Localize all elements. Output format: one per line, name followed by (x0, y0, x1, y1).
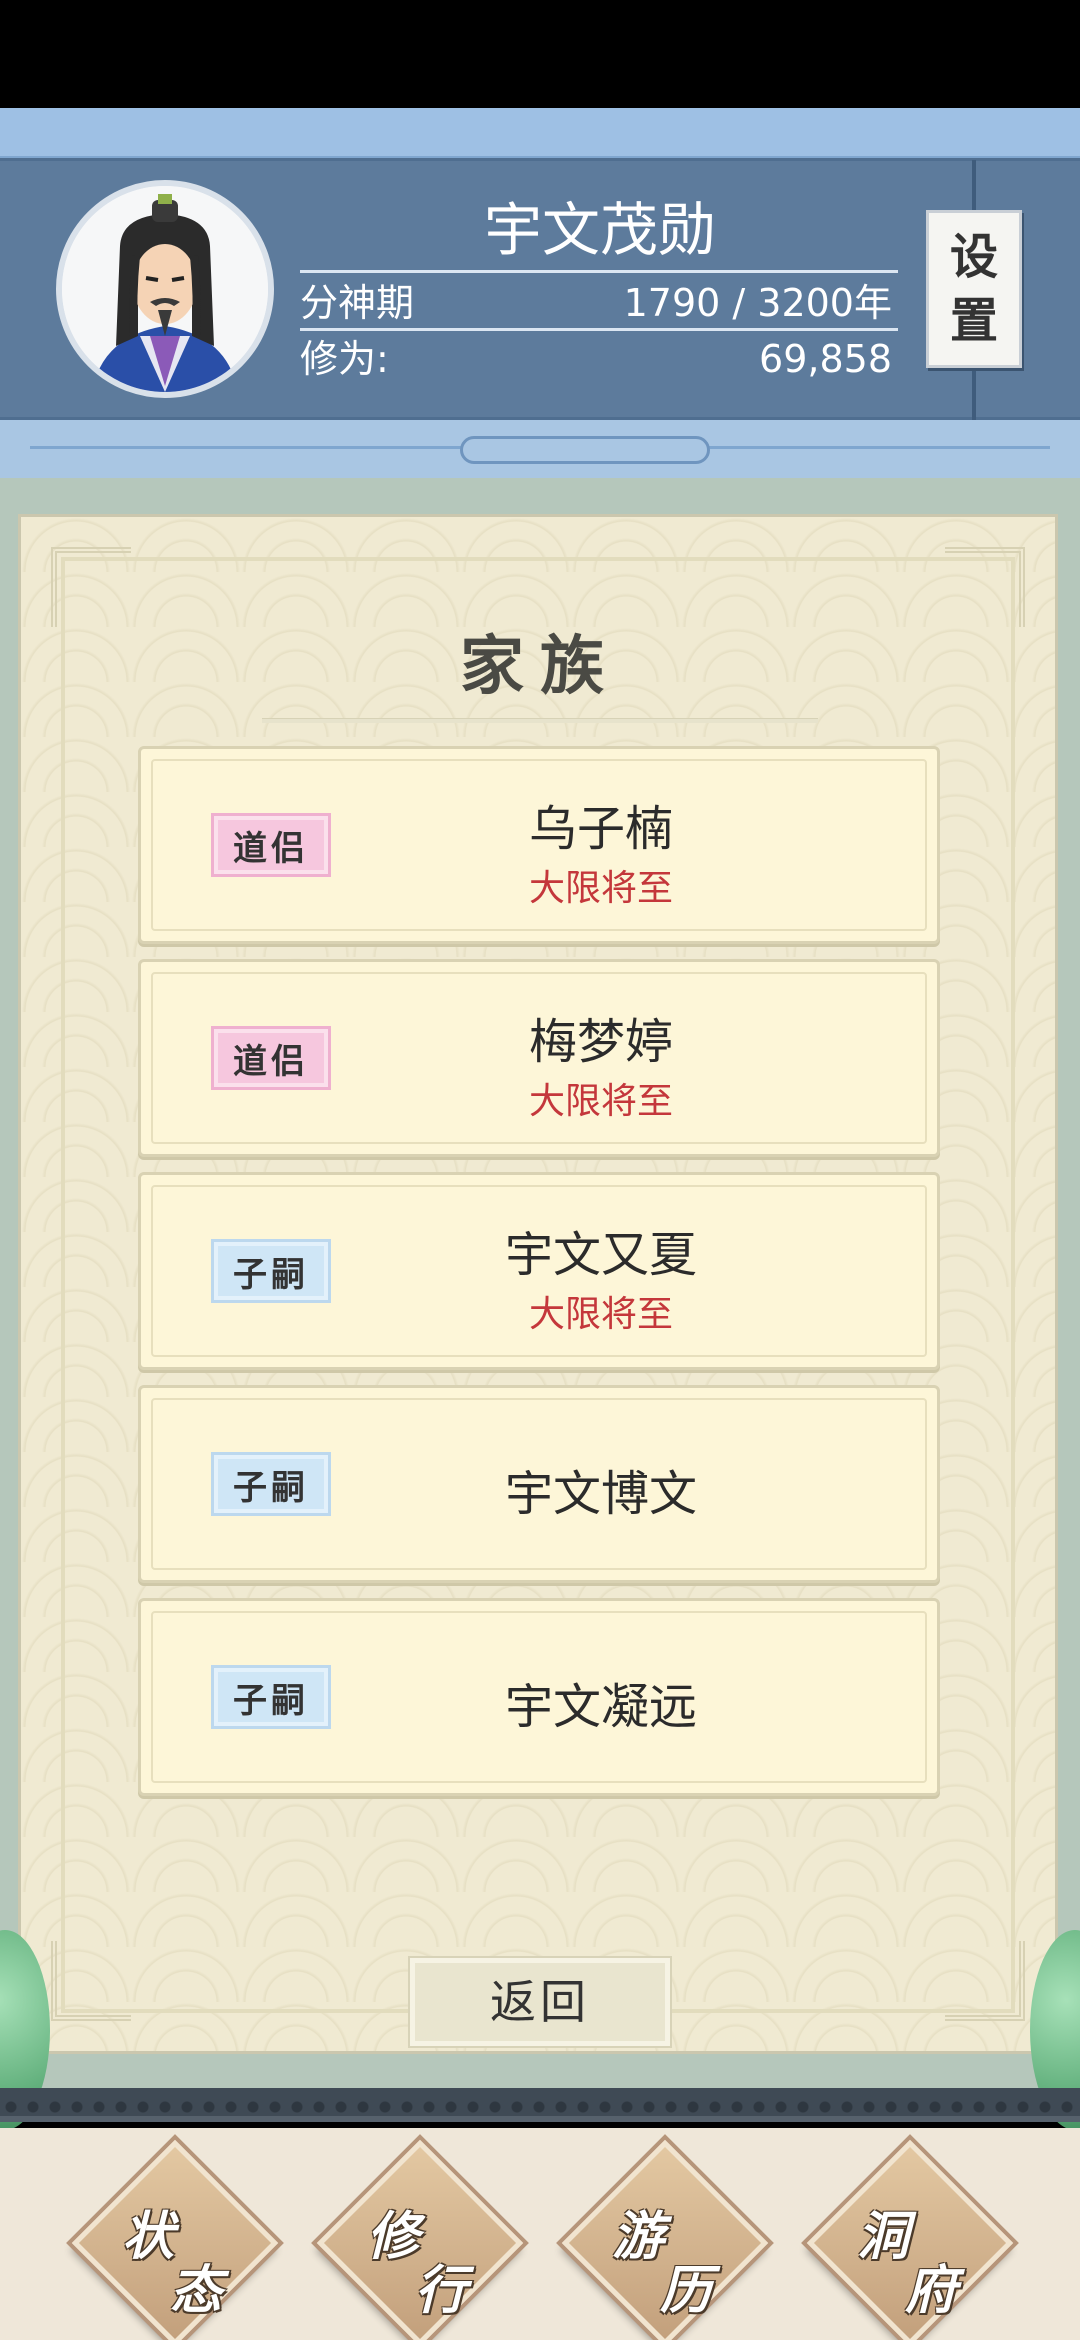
role-badge: 子嗣 (211, 1665, 331, 1729)
role-badge: 道侣 (211, 813, 331, 877)
nav-travel-button[interactable]: 游 历 (561, 2139, 769, 2340)
player-name: 宇文茂勋 (483, 196, 716, 264)
role-badge: 道侣 (211, 1026, 331, 1090)
member-card[interactable]: 道侣 乌子楠 大限将至 (138, 746, 940, 944)
role-badge: 子嗣 (211, 1239, 331, 1303)
nav-char: 洞 (857, 2206, 910, 2267)
name-underline (300, 270, 898, 273)
nav-char: 修 (367, 2206, 420, 2267)
panel-title: 家族 (460, 629, 620, 704)
header-top-strip (0, 108, 1080, 158)
cultivation-value: 69,858 (759, 337, 892, 381)
cultivation-stage: 分神期 (300, 281, 415, 325)
member-card[interactable]: 子嗣 宇文又夏 大限将至 (138, 1172, 940, 1370)
nav-char: 游 (612, 2206, 665, 2267)
title-divider (262, 718, 818, 723)
member-name: 乌子楠 (528, 801, 673, 857)
lifespan: 1790 / 3200年 (623, 281, 892, 325)
nav-label: 修 行 (325, 2148, 515, 2338)
corner-ornament-icon (945, 1941, 1025, 2021)
settings-label-2: 置 (949, 293, 998, 349)
member-name: 宇文又夏 (504, 1227, 697, 1283)
player-avatar[interactable] (56, 180, 274, 398)
nav-label: 状 态 (80, 2148, 270, 2338)
nav-status-button[interactable]: 状 态 (71, 2139, 279, 2340)
nav-char: 历 (660, 2260, 713, 2321)
corner-ornament-icon (51, 1941, 131, 2021)
status-bar (0, 0, 1080, 108)
member-status: 大限将至 (528, 868, 673, 909)
corner-ornament-icon (945, 547, 1025, 627)
nav-char: 态 (170, 2260, 223, 2321)
role-badge: 子嗣 (211, 1452, 331, 1516)
roof-tiles (0, 2100, 1080, 2114)
nav-char: 行 (415, 2260, 468, 2321)
nav-cultivate-button[interactable]: 修 行 (316, 2139, 524, 2340)
header-handle (460, 436, 710, 464)
member-status: 大限将至 (528, 1081, 673, 1122)
settings-button[interactable]: 设 置 (926, 210, 1022, 368)
member-card[interactable]: 子嗣 宇文博文 (138, 1385, 940, 1583)
back-button[interactable]: 返回 (410, 1958, 670, 2046)
member-name: 宇文凝远 (504, 1679, 697, 1735)
nav-label: 洞 府 (815, 2148, 1005, 2338)
member-status: 大限将至 (528, 1294, 673, 1335)
cultivator-portrait-icon (62, 186, 268, 392)
member-card[interactable]: 子嗣 宇文凝远 (138, 1598, 940, 1796)
nav-char: 状 (122, 2206, 175, 2267)
member-name: 宇文博文 (504, 1466, 697, 1522)
settings-label-1: 设 (949, 229, 998, 285)
nav-cave-button[interactable]: 洞 府 (806, 2139, 1014, 2340)
member-name: 梅梦婷 (528, 1014, 673, 1070)
stage-underline (300, 328, 898, 331)
nav-label: 游 历 (570, 2148, 760, 2338)
corner-ornament-icon (51, 547, 131, 627)
nav-char: 府 (905, 2260, 958, 2321)
member-card[interactable]: 道侣 梅梦婷 大限将至 (138, 959, 940, 1157)
cultivation-label: 修为: (300, 337, 389, 381)
